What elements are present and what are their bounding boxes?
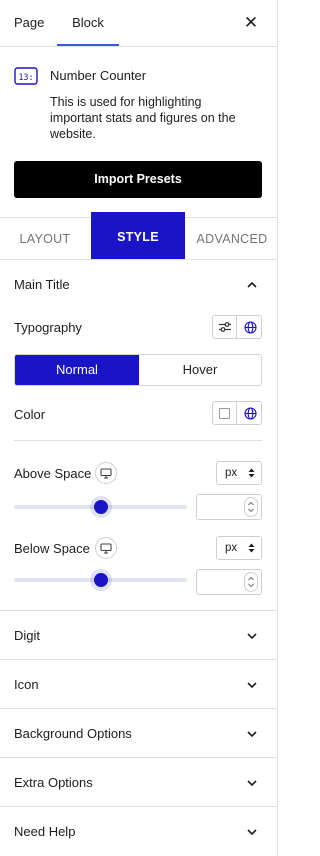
select-arrows-icon <box>248 468 255 478</box>
background-options-section-toggle[interactable]: Background Options <box>0 710 278 758</box>
tab-layout[interactable]: LAYOUT <box>0 212 90 259</box>
state-normal-button[interactable]: Normal <box>15 355 139 385</box>
sidebar-tabs: Page Block ✕ <box>0 0 278 47</box>
slider-thumb[interactable] <box>93 573 108 587</box>
main-title-heading: Main Title <box>14 277 70 292</box>
color-label: Color <box>14 407 46 422</box>
tab-style[interactable]: STYLE <box>91 212 185 259</box>
desktop-icon <box>100 542 112 554</box>
chevron-down-icon <box>247 731 257 738</box>
typography-controls <box>212 315 262 339</box>
chevron-down-icon <box>247 682 257 689</box>
number-counter-icon: 13: <box>14 67 38 85</box>
responsive-device-button[interactable] <box>95 462 117 484</box>
svg-text:13:: 13: <box>18 73 33 83</box>
digit-section-toggle[interactable]: Digit <box>0 612 278 660</box>
icon-heading: Icon <box>14 677 39 692</box>
background-options-heading: Background Options <box>14 726 132 741</box>
color-swatch-button[interactable] <box>213 402 237 424</box>
section-divider <box>0 806 278 807</box>
tab-page[interactable]: Page <box>14 0 44 46</box>
block-description: This is used for highlighting important … <box>50 95 236 141</box>
extra-options-heading: Extra Options <box>14 775 93 790</box>
section-divider <box>0 659 278 660</box>
block-title: Number Counter <box>50 68 147 83</box>
inspector-tabs: LAYOUT STYLE ADVANCED <box>0 212 278 260</box>
desktop-icon <box>100 467 112 479</box>
stepper-icon[interactable] <box>244 572 258 592</box>
chevron-up-icon <box>247 281 257 288</box>
below-space-input[interactable] <box>196 569 262 595</box>
slider-thumb[interactable] <box>93 500 108 514</box>
stepper-icon[interactable] <box>244 497 258 517</box>
tab-active-indicator <box>57 44 119 46</box>
typography-settings-button[interactable] <box>213 316 237 338</box>
need-help-section-toggle[interactable]: Need Help <box>0 808 278 856</box>
section-divider <box>0 708 278 709</box>
above-space-unit-select[interactable]: px <box>216 461 262 485</box>
above-space-unit: px <box>225 467 238 479</box>
state-toggle: Normal Hover <box>14 354 262 386</box>
section-divider <box>0 757 278 758</box>
above-space-input[interactable] <box>196 494 262 520</box>
block-card: 13: Number Counter This is used for high… <box>0 47 278 218</box>
close-icon[interactable]: ✕ <box>240 12 262 34</box>
section-divider <box>0 610 278 611</box>
stepper-arrows-icon <box>248 501 254 513</box>
above-space-slider[interactable] <box>14 498 187 516</box>
below-space-unit: px <box>225 542 238 554</box>
sliders-icon <box>218 322 231 332</box>
divider <box>14 440 262 441</box>
tab-block-label: Block <box>72 15 104 30</box>
color-controls <box>212 401 262 425</box>
import-presets-button[interactable]: Import Presets <box>14 161 262 198</box>
color-swatch <box>219 407 230 419</box>
select-arrows-icon <box>248 543 255 553</box>
below-space-unit-select[interactable]: px <box>216 536 262 560</box>
icon-section-toggle[interactable]: Icon <box>0 661 278 709</box>
below-space-slider[interactable] <box>14 571 187 589</box>
need-help-heading: Need Help <box>14 824 76 839</box>
tab-advanced[interactable]: ADVANCED <box>186 212 278 259</box>
above-space-label: Above Space <box>14 466 92 481</box>
digit-heading: Digit <box>14 628 41 643</box>
typography-global-button[interactable] <box>238 316 262 338</box>
globe-icon <box>243 320 257 334</box>
below-space-label: Below Space <box>14 541 90 556</box>
block-settings-panel: Page Block ✕ 13: Number Counter This is … <box>0 0 278 856</box>
chevron-down-icon <box>247 633 257 640</box>
chevron-down-icon <box>247 829 257 836</box>
responsive-device-button[interactable] <box>95 537 117 559</box>
chevron-down-icon <box>247 780 257 787</box>
state-hover-button[interactable]: Hover <box>139 355 261 385</box>
extra-options-section-toggle[interactable]: Extra Options <box>0 759 278 807</box>
typography-label: Typography <box>14 320 82 335</box>
globe-icon <box>243 406 257 420</box>
color-global-button[interactable] <box>238 402 262 424</box>
main-title-section-toggle[interactable]: Main Title <box>0 261 278 309</box>
stepper-arrows-icon <box>248 576 254 588</box>
tab-block[interactable]: Block <box>57 0 119 46</box>
